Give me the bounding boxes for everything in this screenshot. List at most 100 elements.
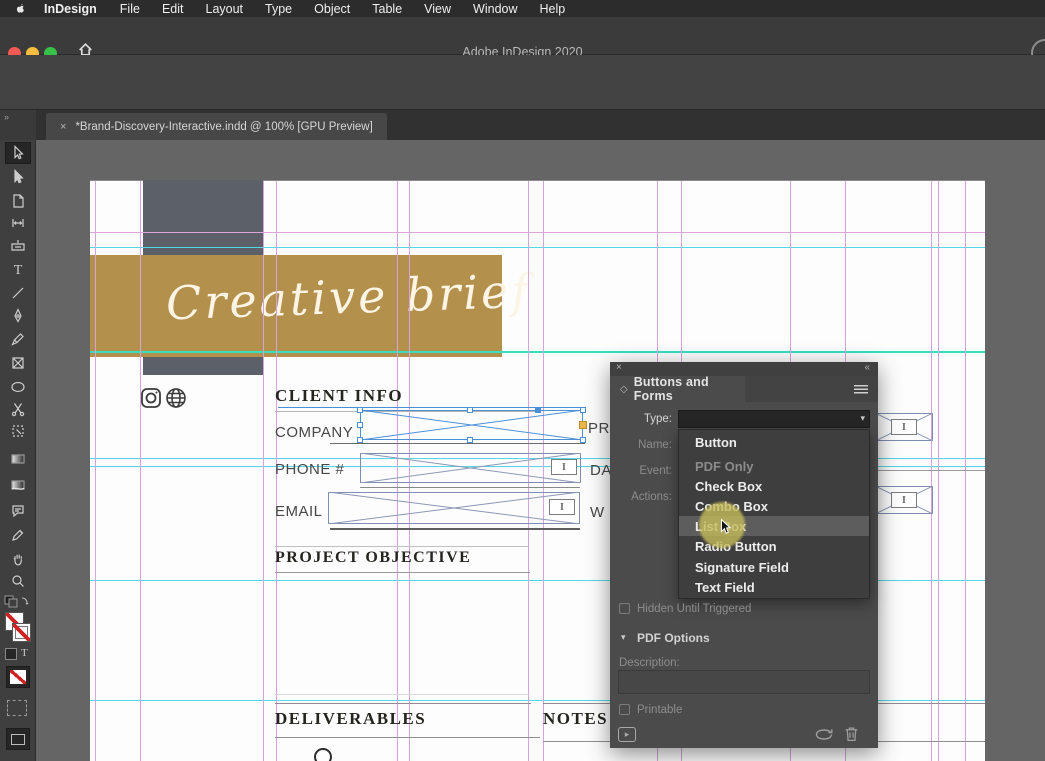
live-corner-handle[interactable]	[579, 421, 587, 429]
panel-tab[interactable]: ◇ Buttons and Forms	[610, 376, 745, 402]
selection-handle[interactable]	[580, 437, 586, 443]
selection-handle[interactable]	[357, 422, 363, 428]
content-collector-tool[interactable]	[5, 235, 31, 257]
pencil-tool[interactable]	[5, 328, 31, 350]
formatting-affects-text-icon[interactable]: T	[21, 647, 28, 659]
frame-line	[330, 443, 585, 444]
printable-checkbox[interactable]	[619, 704, 630, 715]
frame-line	[275, 737, 540, 738]
deliverables-heading[interactable]: DELIVERABLES	[275, 709, 426, 729]
guide-vertical[interactable]	[95, 181, 96, 761]
selection-handle[interactable]	[467, 407, 473, 413]
direct-selection-tool[interactable]	[5, 166, 31, 188]
phone-label[interactable]: PHONE #	[275, 461, 344, 478]
email-label[interactable]: EMAIL	[275, 503, 323, 520]
hidden-until-triggered-checkbox[interactable]	[619, 603, 630, 614]
menu-edit[interactable]: Edit	[151, 2, 195, 16]
document-tab[interactable]: × *Brand-Discovery-Interactive.indd @ 10…	[46, 113, 387, 140]
type-tool[interactable]: T	[5, 258, 31, 280]
menu-object[interactable]: Object	[303, 2, 361, 16]
description-field[interactable]	[618, 670, 870, 694]
guide-vertical[interactable]	[938, 181, 939, 761]
menu-item-signature-field[interactable]: Signature Field	[679, 557, 869, 577]
toolbar-overflow[interactable]: »	[0, 110, 36, 140]
clipped-label-da[interactable]: DA	[590, 462, 612, 479]
menu-type[interactable]: Type	[254, 2, 303, 16]
eyedropper-tool[interactable]	[5, 524, 31, 546]
menu-table[interactable]: Table	[361, 2, 413, 16]
clipped-label-w[interactable]: W	[590, 504, 605, 521]
email-field-frame[interactable]	[328, 492, 580, 524]
tab-close-icon[interactable]: ×	[60, 121, 66, 133]
globe-icon[interactable]	[165, 387, 187, 414]
menu-item-pdf-only: PDF Only	[679, 456, 869, 476]
phone-field-frame[interactable]	[360, 453, 581, 483]
radio-circle-shape[interactable]	[314, 748, 332, 761]
guide-horizontal[interactable]	[90, 232, 985, 233]
frame-edges-icon[interactable]	[7, 700, 27, 716]
guide-horizontal[interactable]	[90, 351, 985, 353]
selection-handle[interactable]	[580, 407, 586, 413]
instagram-icon[interactable]	[140, 387, 162, 414]
apply-none-button[interactable]	[6, 666, 30, 688]
selection-tool[interactable]	[5, 142, 31, 164]
convert-to-object-icon[interactable]	[814, 728, 834, 744]
guide-vertical[interactable]	[931, 181, 932, 761]
selection-handle[interactable]	[467, 437, 473, 443]
clipped-label-pr[interactable]: PR	[588, 420, 610, 437]
zoom-tool[interactable]	[5, 570, 31, 592]
free-transform-tool[interactable]	[5, 420, 31, 442]
ellipse-tool[interactable]	[5, 376, 31, 398]
panel-close-icon[interactable]: ×	[616, 362, 622, 373]
apple-menu-icon[interactable]	[14, 2, 26, 16]
indesign-window: InDesign File Edit Layout Type Object Ta…	[0, 0, 1045, 761]
panel-collapse-icon[interactable]: «	[864, 362, 870, 373]
panel-menu-icon[interactable]	[854, 385, 868, 394]
pen-tool[interactable]	[5, 305, 31, 327]
menu-layout[interactable]: Layout	[195, 2, 255, 16]
type-dropdown[interactable]: ▾	[678, 410, 870, 428]
menu-file[interactable]: File	[109, 2, 151, 16]
pdf-options-label[interactable]: PDF Options	[637, 631, 710, 645]
formatting-affects-container-icon[interactable]	[5, 648, 17, 660]
guide-vertical[interactable]	[965, 181, 966, 761]
name-label: Name:	[612, 439, 672, 451]
document-canvas: Creative brief	[36, 140, 1045, 761]
page-tool[interactable]	[5, 190, 31, 212]
project-objective-heading[interactable]: PROJECT OBJECTIVE	[275, 549, 471, 567]
notes-heading[interactable]: NOTES	[543, 709, 608, 729]
stroke-color-swatch-none[interactable]	[12, 623, 31, 642]
menu-help[interactable]: Help	[529, 2, 577, 16]
frame-line	[875, 470, 985, 471]
delete-trash-icon[interactable]	[844, 726, 859, 745]
gap-tool[interactable]	[5, 212, 31, 234]
hand-tool[interactable]	[5, 548, 31, 570]
screen-mode-button[interactable]	[6, 728, 30, 750]
rectangle-frame-tool[interactable]	[5, 352, 31, 374]
panel-cycle-icon[interactable]: ◇	[620, 384, 628, 395]
selection-handle[interactable]	[357, 407, 363, 413]
pdf-options-expander-icon[interactable]: ▾	[621, 632, 626, 643]
preview-spread-button[interactable]: ▸	[618, 727, 636, 742]
guide-horizontal[interactable]	[90, 247, 985, 248]
selection-handle-solid[interactable]	[535, 407, 541, 413]
client-info-heading[interactable]: CLIENT INFO	[275, 386, 403, 406]
company-field-frame-selected[interactable]	[360, 410, 583, 440]
menu-item-button[interactable]: Button	[679, 432, 869, 452]
selection-handle[interactable]	[357, 437, 363, 443]
menu-indesign[interactable]: InDesign	[32, 2, 109, 16]
scissors-tool[interactable]	[5, 398, 31, 420]
menu-item-text-field[interactable]: Text Field	[679, 577, 869, 597]
menu-view[interactable]: View	[413, 2, 462, 16]
gradient-tool[interactable]	[5, 448, 31, 470]
company-label[interactable]: COMPANY	[275, 424, 353, 441]
guide-vertical[interactable]	[140, 181, 141, 761]
menu-window[interactable]: Window	[462, 2, 528, 16]
note-tool[interactable]	[5, 500, 31, 522]
line-tool[interactable]	[5, 282, 31, 304]
title-bar: Adobe InDesign 2020	[0, 17, 1045, 55]
menu-item-check-box[interactable]: Check Box	[679, 476, 869, 496]
type-label: Type:	[612, 413, 672, 425]
gradient-feather-tool[interactable]	[5, 474, 31, 496]
guide-vertical[interactable]	[263, 181, 264, 761]
